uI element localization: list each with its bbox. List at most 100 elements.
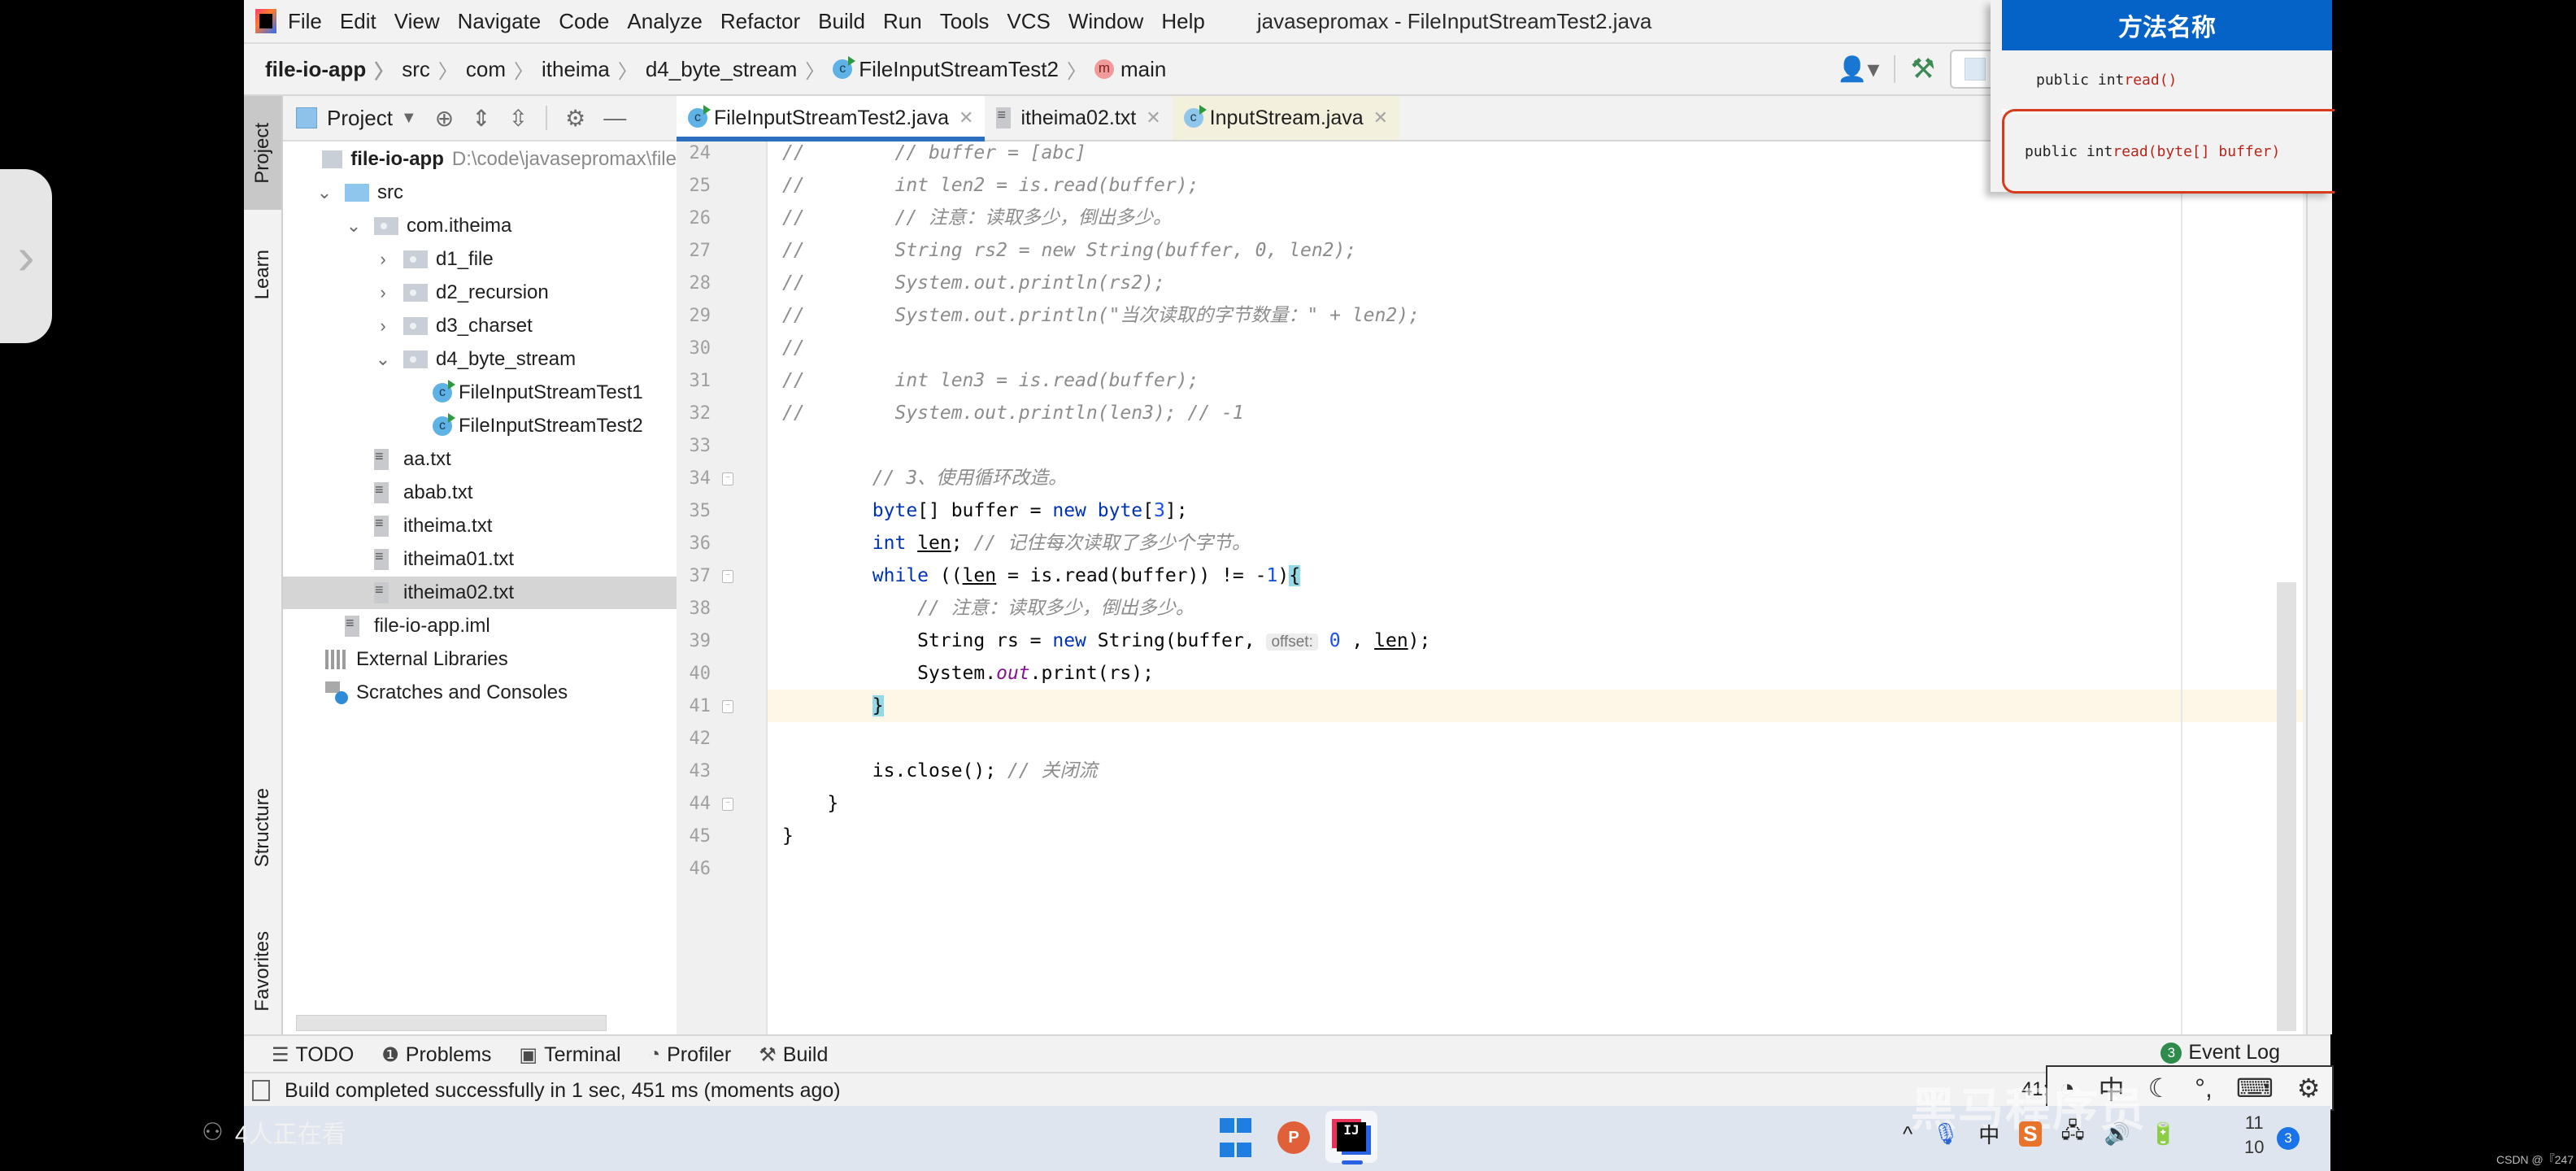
chevron-down-icon[interactable]: ⌄ (345, 215, 363, 237)
tree-item[interactable]: c FileInputStreamTest2 (283, 410, 677, 442)
sogou-icon[interactable]: S (2019, 1121, 2042, 1147)
ime-indicator[interactable]: 中 (1978, 1119, 1999, 1149)
breadcrumb-item[interactable]: itheima 〉 (542, 55, 646, 84)
code-line: // System.out.println("当次读取的字节数量：" + len… (782, 305, 1420, 326)
fold-icon[interactable]: − (722, 700, 733, 713)
tool-build[interactable]: ⚒ Build (759, 1043, 828, 1067)
chevron-down-icon[interactable]: ▼ (401, 109, 417, 128)
tool-todo[interactable]: ☰ TODO (272, 1043, 354, 1067)
menu-run[interactable]: Run (883, 9, 922, 34)
tree-item[interactable]: ⌄ src (283, 176, 677, 209)
ime-settings-icon[interactable]: ⚙ (2297, 1073, 2321, 1104)
side-panel-handle[interactable]: › (0, 169, 52, 343)
breadcrumb-item[interactable]: file-io-app 〉 (265, 55, 402, 84)
tool-profiler[interactable]: ◔ Profiler (649, 1043, 732, 1067)
breadcrumb-item[interactable]: c FileInputStreamTest2 〉 (833, 55, 1094, 84)
ime-punctuation-icon[interactable]: °, (2195, 1073, 2213, 1104)
taskbar-app-powerpoint[interactable]: P (1270, 1114, 1317, 1161)
menu-window[interactable]: Window (1068, 9, 1143, 34)
chevron-down-icon[interactable]: ⌄ (374, 349, 392, 370)
tool-tab-project[interactable]: Project (244, 96, 281, 210)
notification-badge[interactable]: 3 (2277, 1127, 2300, 1150)
tree-item[interactable]: file-io-app D:\code\javasepromax\file (283, 143, 677, 176)
tree-item[interactable]: aa.txt (283, 443, 677, 476)
method-name: read() (2124, 71, 2178, 89)
clock[interactable]: 11 10 (2244, 1111, 2264, 1160)
chevron-right-icon[interactable]: › (374, 316, 392, 337)
chevron-right-icon[interactable]: › (374, 249, 392, 270)
tool-tab-learn[interactable]: Learn (244, 218, 281, 332)
fold-icon[interactable]: − (722, 798, 733, 811)
tree-item[interactable]: itheima02.txt (283, 577, 677, 609)
ime-keyboard-icon[interactable]: ⌨ (2236, 1073, 2274, 1104)
gear-icon[interactable]: ⚙ (565, 105, 585, 132)
powerpoint-icon: P (1277, 1121, 1310, 1154)
battery-icon[interactable]: 🔋 (2150, 1121, 2176, 1147)
breadcrumb-item[interactable]: com 〉 (466, 55, 542, 84)
event-log-button[interactable]: 3 Event Log (2160, 1041, 2280, 1064)
build-hammer-icon[interactable]: ⚒ (1910, 53, 1934, 85)
menu-tools[interactable]: Tools (940, 9, 990, 34)
microphone-icon[interactable]: 🎙 (1932, 1121, 1959, 1147)
user-dropdown-icon[interactable]: 👤▾ (1837, 55, 1879, 84)
tool-tab-structure[interactable]: Structure (244, 763, 281, 893)
network-icon[interactable]: 🖧 (2061, 1116, 2085, 1151)
close-icon[interactable]: ✕ (1146, 107, 1160, 128)
expand-all-icon[interactable]: ⇕ (472, 105, 490, 132)
collapse-all-icon[interactable]: ⇳ (509, 105, 528, 132)
intellij-icon: IJ (1337, 1122, 1366, 1151)
tool-problems[interactable]: ❶ Problems (381, 1043, 491, 1067)
taskbar-app-intellij[interactable]: IJ (1325, 1111, 1377, 1164)
menu-view[interactable]: View (394, 9, 440, 34)
volume-icon[interactable]: 🔊 (2104, 1121, 2130, 1147)
fold-icon[interactable]: − (722, 570, 733, 583)
menu-edit[interactable]: Edit (340, 9, 376, 34)
menu-navigate[interactable]: Navigate (458, 9, 542, 34)
tab-filinputstreamtest2[interactable]: c FileInputStreamTest2.java ✕ (677, 96, 986, 141)
tree-item[interactable]: abab.txt (283, 477, 677, 509)
tree-item[interactable]: ⌄ d4_byte_stream (283, 343, 677, 376)
chevron-right-icon[interactable]: › (374, 282, 392, 303)
tree-item[interactable]: itheima.txt (283, 510, 677, 542)
menu-file[interactable]: File (288, 9, 322, 34)
hide-panel-icon[interactable]: — (603, 105, 626, 131)
tree-item[interactable]: file-io-app.iml (283, 610, 677, 642)
locate-icon[interactable]: ⊕ (435, 105, 454, 132)
tool-terminal[interactable]: ▣ Terminal (519, 1043, 620, 1067)
tree-item[interactable]: › d1_file (283, 243, 677, 276)
chevron-down-icon[interactable]: ⌄ (315, 182, 333, 203)
start-button[interactable] (1212, 1114, 1259, 1161)
fold-icon[interactable]: − (722, 472, 733, 485)
tree-item[interactable]: › d2_recursion (283, 276, 677, 309)
close-icon[interactable]: ✕ (959, 107, 973, 128)
tree-item[interactable]: itheima01.txt (283, 543, 677, 576)
menu-code[interactable]: Code (559, 9, 609, 34)
tray-overflow-icon[interactable]: ^ (1903, 1121, 1912, 1147)
toggle-tool-windows-icon[interactable] (252, 1080, 270, 1101)
tool-tab-favorites[interactable]: Favorites (244, 906, 281, 1036)
menu-refactor[interactable]: Refactor (720, 9, 800, 34)
tab-inputstream[interactable]: c InputStream.java ✕ (1172, 96, 1400, 140)
tree-item[interactable]: Scratches and Consoles (283, 677, 677, 709)
tree-item[interactable]: c FileInputStreamTest1 (283, 377, 677, 409)
tree-item[interactable]: External Libraries (283, 643, 677, 676)
system-tray: ^ 🎙 中 S 🖧 🔊 🔋 (1903, 1116, 2195, 1151)
breadcrumb-item[interactable]: d4_byte_stream 〉 (646, 55, 833, 84)
tab-itheima02-txt[interactable]: itheima02.txt ✕ (985, 96, 1172, 140)
breadcrumb-item[interactable]: src 〉 (402, 55, 466, 84)
status-message[interactable]: Build completed successfully in 1 sec, 4… (285, 1079, 841, 1103)
project-view-select[interactable]: Project (327, 106, 393, 131)
menu-vcs[interactable]: VCS (1007, 9, 1050, 34)
breadcrumb-item[interactable]: m main (1094, 57, 1166, 82)
close-icon[interactable]: ✕ (1373, 107, 1388, 128)
tree-item[interactable]: › d3_charset (283, 310, 677, 342)
vertical-scrollbar[interactable] (2277, 582, 2296, 1031)
tree-item[interactable]: ⌄ com.itheima (283, 210, 677, 242)
code-editor[interactable]: 24 25 26 27 28 29 30 31 32 33 34−35 36 37−38 39 40 41−4… (677, 141, 2303, 1034)
menu-help[interactable]: Help (1161, 9, 1204, 34)
code-line: // (782, 337, 805, 359)
horizontal-scrollbar[interactable] (296, 1015, 607, 1031)
menu-build[interactable]: Build (818, 9, 865, 34)
ime-halfwidth-icon[interactable]: ☾ (2148, 1073, 2172, 1104)
menu-analyze[interactable]: Analyze (627, 9, 703, 34)
